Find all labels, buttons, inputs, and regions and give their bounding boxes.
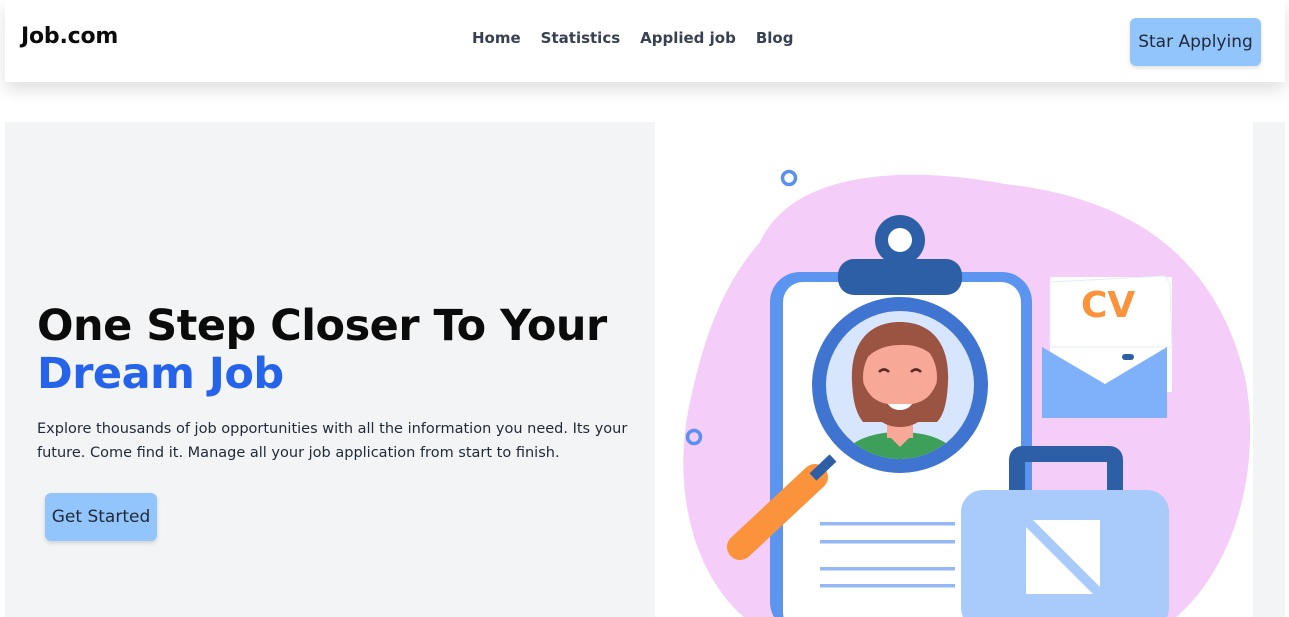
- nav-link-statistics[interactable]: Statistics: [541, 29, 620, 47]
- nav-link-applied-job[interactable]: Applied job: [640, 29, 736, 47]
- get-started-button[interactable]: Get Started: [45, 493, 157, 541]
- navbar: Job.com Home Statistics Applied job Blog…: [5, 0, 1285, 82]
- hero-section: One Step Closer To Your Dream Job Explor…: [5, 122, 1285, 617]
- nav-link-blog[interactable]: Blog: [756, 29, 794, 47]
- brand-logo[interactable]: Job.com: [21, 24, 118, 49]
- hero-title-accent: Dream Job: [37, 349, 284, 399]
- hero-title-line1: One Step Closer To Your: [37, 301, 607, 351]
- hero-description: Explore thousands of job opportunities w…: [37, 421, 628, 461]
- cv-label: CV: [1081, 285, 1135, 326]
- cv-envelope: CV: [1042, 275, 1173, 418]
- clipboard-clip-hole: [888, 228, 912, 252]
- star-applying-button[interactable]: Star Applying: [1130, 18, 1261, 66]
- job-search-illustration: CV: [683, 169, 1251, 617]
- hero-title: One Step Closer To Your Dream Job: [37, 302, 637, 398]
- hero-content: One Step Closer To Your Dream Job Explor…: [5, 122, 655, 617]
- hero-illustration: CV: [655, 122, 1253, 617]
- nav-link-home[interactable]: Home: [472, 29, 521, 47]
- nav-links: Home Statistics Applied job Blog: [472, 29, 793, 47]
- clipboard-clip-bar: [838, 259, 962, 295]
- ring-decoration-top: [780, 169, 798, 187]
